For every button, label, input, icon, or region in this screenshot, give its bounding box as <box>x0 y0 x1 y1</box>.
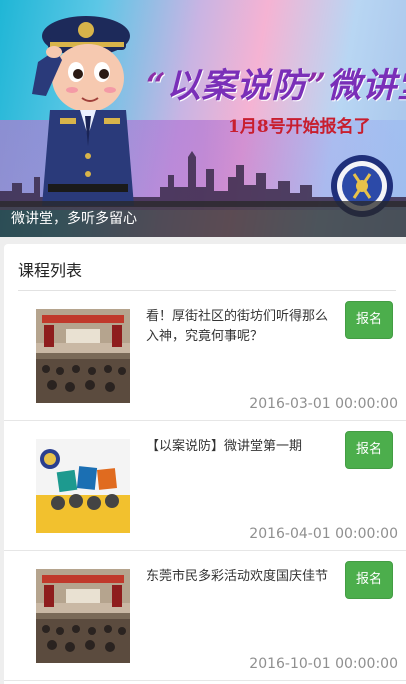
meeting-hall-photo-icon <box>36 309 130 403</box>
banner-caption: 微讲堂，多听多留心 <box>0 201 406 237</box>
meeting-hall-photo-icon <box>36 569 130 663</box>
course-date: 2016-04-01 00:00:00 <box>249 526 398 542</box>
banner-title-close-quote: ” <box>306 66 328 106</box>
course-list-header: 课程列表 <box>18 261 83 280</box>
poster-illustration-icon <box>36 439 130 533</box>
register-button[interactable]: 报名 <box>345 431 393 469</box>
banner-title: “以案说防”微讲堂 <box>146 58 406 107</box>
course-title[interactable]: 东莞市民多彩活动欢度国庆佳节 <box>146 567 328 587</box>
course-thumbnail[interactable] <box>36 569 130 663</box>
banner-title-main: 以案说防 <box>166 66 307 106</box>
police-officer-illustration <box>32 16 134 206</box>
banner-title-open-quote: “ <box>146 66 167 106</box>
register-button[interactable]: 报名 <box>345 561 393 599</box>
banner-subtitle: 1月8号开始报名了 <box>228 117 371 137</box>
course-item[interactable]: 东莞市民多彩活动欢度国庆佳节 报名 2016-10-01 00:00:00 <box>4 551 406 681</box>
course-title[interactable]: 看！厚街社区的街坊们听得那么入神，究竟何事呢？ <box>146 307 328 347</box>
course-thumbnail[interactable] <box>36 309 130 403</box>
course-item[interactable]: 【以案说防】微讲堂第一期 报名 2016-04-01 00:00:00 <box>4 421 406 551</box>
banner[interactable]: “以案说防”微讲堂 1月8号开始报名了 微讲堂，多听多留心 <box>0 0 406 237</box>
register-button[interactable]: 报名 <box>345 301 393 339</box>
course-thumbnail[interactable] <box>36 439 130 533</box>
course-date: 2016-03-01 00:00:00 <box>249 396 398 412</box>
banner-title-suffix: 微讲堂 <box>327 66 406 106</box>
course-title[interactable]: 【以案说防】微讲堂第一期 <box>146 437 328 457</box>
course-item[interactable]: 看！厚街社区的街坊们听得那么入神，究竟何事呢？ 报名 2016-03-01 00… <box>4 291 406 421</box>
course-list-panel: 课程列表 看！厚街社区的街坊们听得那么入神，究竟何事呢？ 报名 2016-03-… <box>4 244 406 684</box>
course-date: 2016-10-01 00:00:00 <box>249 656 398 672</box>
